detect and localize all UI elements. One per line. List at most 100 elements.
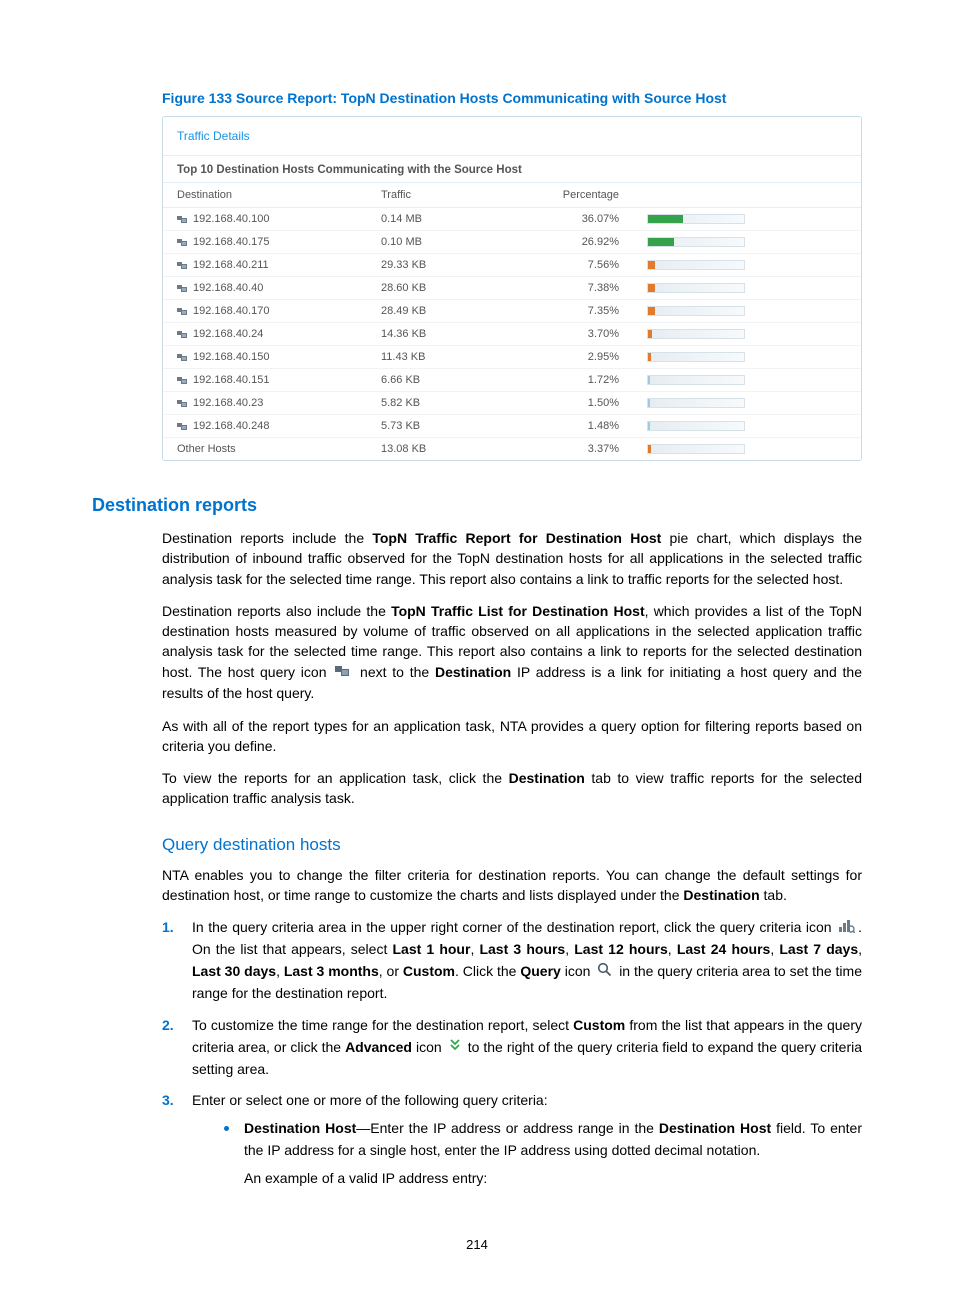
destination-cell: 192.168.40.175 bbox=[193, 236, 269, 248]
traffic-cell: 0.14 MB bbox=[367, 208, 525, 231]
step-3-sub: Destination Host—Enter the IP address or… bbox=[222, 1118, 862, 1197]
traffic-cell: 0.10 MB bbox=[367, 231, 525, 254]
paragraph: NTA enables you to change the filter cri… bbox=[162, 865, 862, 906]
host-icon[interactable] bbox=[177, 376, 188, 385]
page-number: 214 bbox=[92, 1237, 862, 1252]
col-bar bbox=[633, 183, 861, 208]
destination-cell: 192.168.40.24 bbox=[193, 328, 263, 340]
time-option: Last 24 hours bbox=[677, 941, 771, 957]
host-icon[interactable] bbox=[177, 422, 188, 431]
steps-list: In the query criteria area in the upper … bbox=[162, 917, 862, 1207]
bar-cell bbox=[633, 231, 861, 254]
bar-cell bbox=[633, 300, 861, 323]
percentage-cell: 7.38% bbox=[525, 277, 633, 300]
host-icon[interactable] bbox=[177, 330, 188, 339]
table-row: 192.168.40.175 0.10 MB26.92% bbox=[163, 231, 861, 254]
destination-table: Destination Traffic Percentage 192.168.4… bbox=[163, 182, 861, 460]
heading-query-destination-hosts: Query destination hosts bbox=[162, 835, 862, 855]
host-icon[interactable] bbox=[177, 261, 188, 270]
bar-cell bbox=[633, 415, 861, 438]
panel-title: Top 10 Destination Hosts Communicating w… bbox=[163, 156, 861, 182]
traffic-cell: 11.43 KB bbox=[367, 346, 525, 369]
paragraph: To view the reports for an application t… bbox=[162, 768, 862, 809]
bar-cell bbox=[633, 392, 861, 415]
destination-cell: 192.168.40.100 bbox=[193, 213, 269, 225]
traffic-cell: 6.66 KB bbox=[367, 369, 525, 392]
time-option: Last 30 days bbox=[192, 963, 276, 979]
table-row: 192.168.40.24 14.36 KB3.70% bbox=[163, 323, 861, 346]
paragraph: Destination reports include the TopN Tra… bbox=[162, 528, 862, 589]
bar-cell bbox=[633, 277, 861, 300]
paragraph: Destination reports also include the Top… bbox=[162, 601, 862, 704]
step-1: In the query criteria area in the upper … bbox=[162, 917, 862, 1015]
percentage-cell: 26.92% bbox=[525, 231, 633, 254]
percentage-cell: 36.07% bbox=[525, 208, 633, 231]
table-row: 192.168.40.248 5.73 KB1.48% bbox=[163, 415, 861, 438]
figure-caption: Figure 133 Source Report: TopN Destinati… bbox=[162, 90, 862, 106]
host-icon[interactable] bbox=[177, 215, 188, 224]
percentage-cell: 7.35% bbox=[525, 300, 633, 323]
traffic-cell: 5.82 KB bbox=[367, 392, 525, 415]
bar-cell bbox=[633, 369, 861, 392]
traffic-cell: 29.33 KB bbox=[367, 254, 525, 277]
col-destination: Destination bbox=[163, 183, 367, 208]
traffic-cell: 28.60 KB bbox=[367, 277, 525, 300]
time-option: Last 7 days bbox=[779, 941, 858, 957]
table-row: 192.168.40.151 6.66 KB1.72% bbox=[163, 369, 861, 392]
percentage-cell: 3.70% bbox=[525, 323, 633, 346]
table-row: 192.168.40.150 11.43 KB2.95% bbox=[163, 346, 861, 369]
bar-cell bbox=[633, 254, 861, 277]
host-icon[interactable] bbox=[177, 399, 188, 408]
chevron-double-down-icon bbox=[449, 1037, 461, 1059]
bar-cell bbox=[633, 346, 861, 369]
host-icon[interactable] bbox=[177, 284, 188, 293]
host-icon[interactable] bbox=[177, 307, 188, 316]
destination-cell: 192.168.40.150 bbox=[193, 351, 269, 363]
magnify-icon bbox=[597, 962, 612, 984]
destination-cell: 192.168.40.170 bbox=[193, 305, 269, 317]
bar-cell bbox=[633, 323, 861, 346]
traffic-cell: 28.49 KB bbox=[367, 300, 525, 323]
percentage-cell: 1.50% bbox=[525, 392, 633, 415]
paragraph: As with all of the report types for an a… bbox=[162, 716, 862, 757]
bar-cell bbox=[633, 208, 861, 231]
percentage-cell: 1.48% bbox=[525, 415, 633, 438]
col-traffic: Traffic bbox=[367, 183, 525, 208]
host-icon[interactable] bbox=[177, 238, 188, 247]
time-option: Last 12 hours bbox=[574, 941, 668, 957]
percentage-cell: 7.56% bbox=[525, 254, 633, 277]
destination-cell: Other Hosts bbox=[177, 443, 236, 455]
percentage-cell: 3.37% bbox=[525, 438, 633, 461]
destination-cell: 192.168.40.211 bbox=[193, 259, 269, 271]
destination-cell: 192.168.40.40 bbox=[193, 282, 263, 294]
step-3: Enter or select one or more of the follo… bbox=[162, 1090, 862, 1207]
time-option: Last 3 hours bbox=[479, 941, 565, 957]
example-intro: An example of a valid IP address entry: bbox=[244, 1168, 862, 1190]
traffic-panel: Traffic Details Top 10 Destination Hosts… bbox=[162, 116, 862, 461]
destination-cell: 192.168.40.248 bbox=[193, 420, 269, 432]
bar-cell bbox=[633, 438, 861, 461]
step-2: To customize the time range for the dest… bbox=[162, 1015, 862, 1091]
query-criteria-icon bbox=[839, 918, 855, 940]
col-percentage: Percentage bbox=[525, 183, 633, 208]
time-option: Last 3 months bbox=[284, 963, 379, 979]
host-query-icon bbox=[335, 663, 351, 683]
destination-cell: 192.168.40.151 bbox=[193, 374, 269, 386]
table-row: 192.168.40.211 29.33 KB7.56% bbox=[163, 254, 861, 277]
table-row: 192.168.40.40 28.60 KB7.38% bbox=[163, 277, 861, 300]
table-row: 192.168.40.23 5.82 KB1.50% bbox=[163, 392, 861, 415]
heading-destination-reports: Destination reports bbox=[92, 495, 862, 516]
traffic-cell: 13.08 KB bbox=[367, 438, 525, 461]
traffic-cell: 5.73 KB bbox=[367, 415, 525, 438]
host-icon[interactable] bbox=[177, 353, 188, 362]
time-option: Custom bbox=[403, 963, 455, 979]
table-row: Other Hosts 13.08 KB3.37% bbox=[163, 438, 861, 461]
table-row: 192.168.40.100 0.14 MB36.07% bbox=[163, 208, 861, 231]
traffic-details-link[interactable]: Traffic Details bbox=[177, 129, 250, 143]
traffic-cell: 14.36 KB bbox=[367, 323, 525, 346]
percentage-cell: 1.72% bbox=[525, 369, 633, 392]
time-option: Last 1 hour bbox=[392, 941, 470, 957]
table-row: 192.168.40.170 28.49 KB7.35% bbox=[163, 300, 861, 323]
percentage-cell: 2.95% bbox=[525, 346, 633, 369]
destination-cell: 192.168.40.23 bbox=[193, 397, 263, 409]
